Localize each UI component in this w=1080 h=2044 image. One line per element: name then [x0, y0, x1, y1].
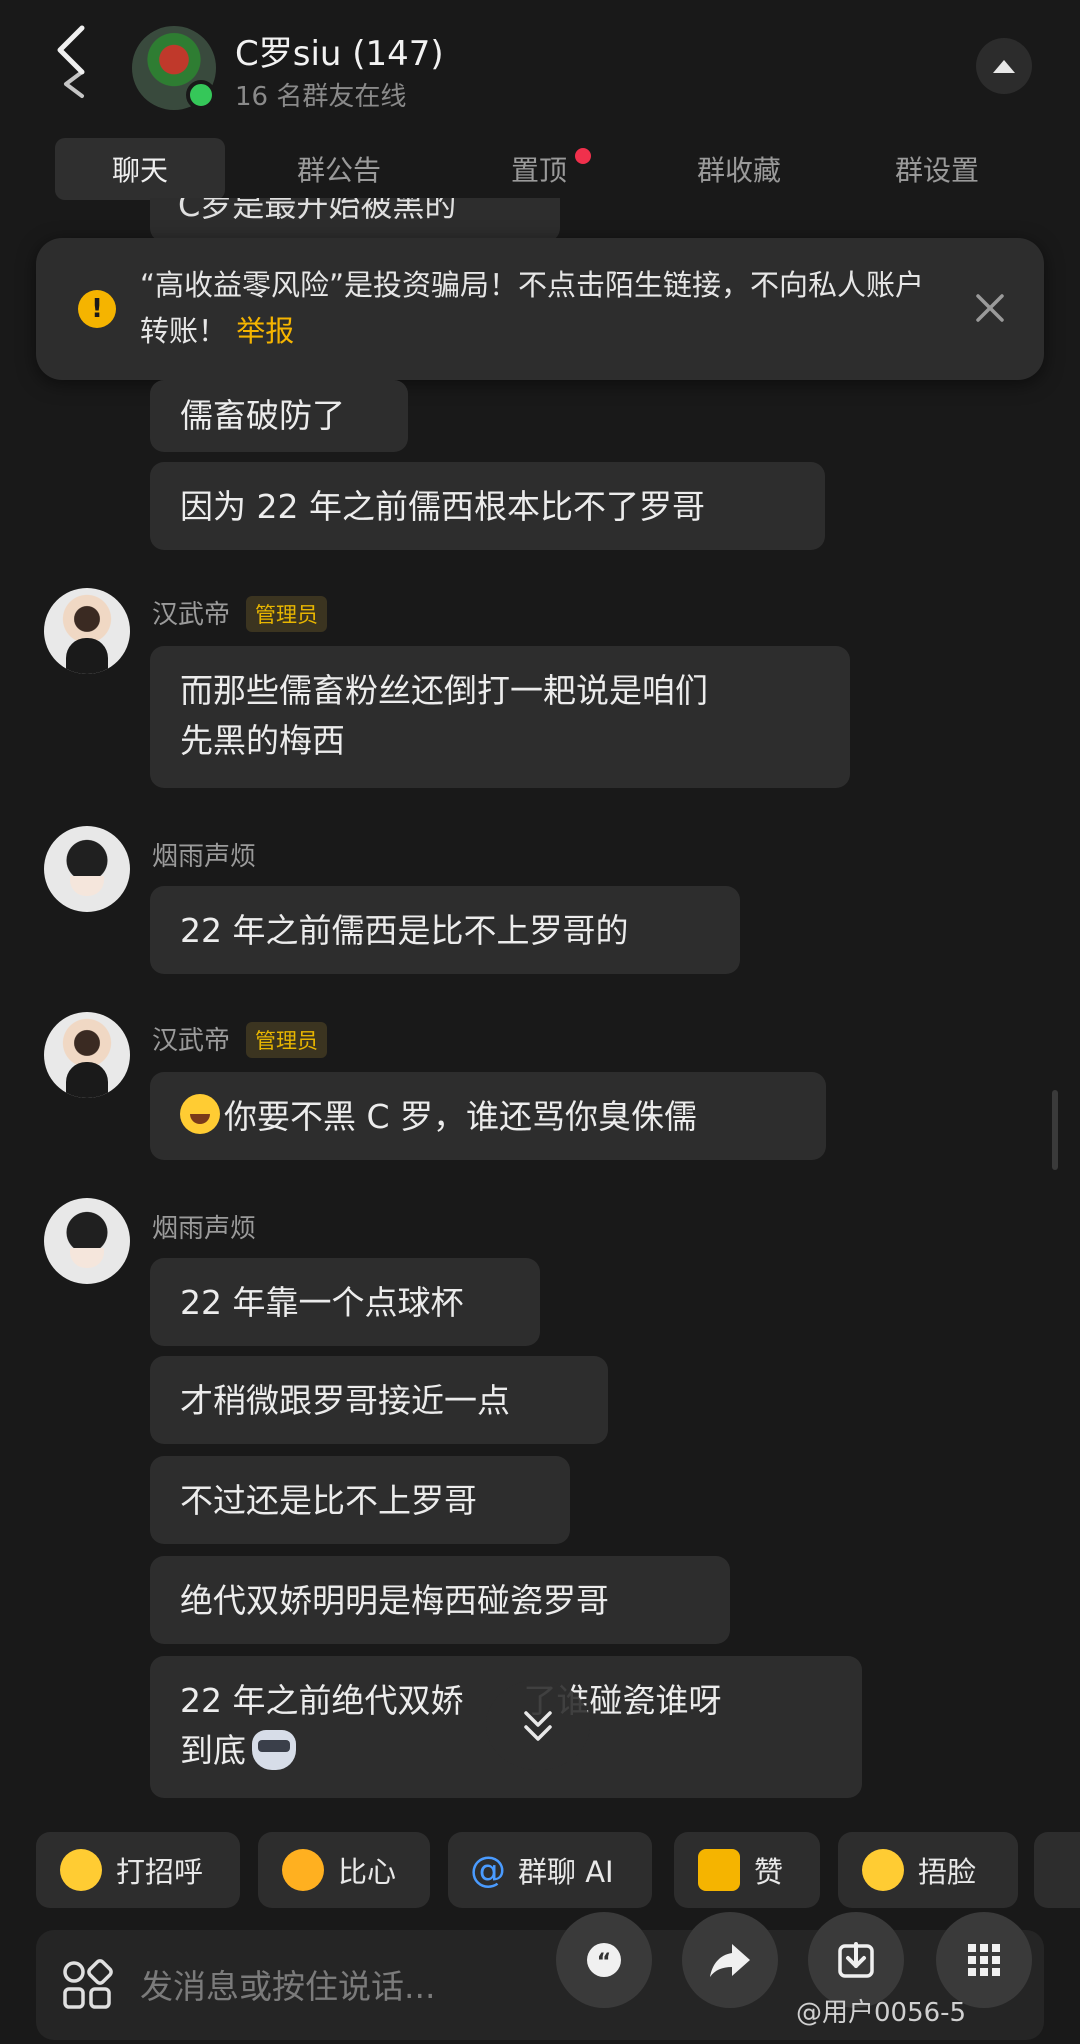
quick-reply-like[interactable]: 赞: [674, 1832, 820, 1908]
laughing-emoji-icon: [862, 1849, 904, 1891]
quick-reply-facepalm[interactable]: 捂脸: [838, 1832, 1018, 1908]
sender-name[interactable]: 烟雨声烦: [152, 836, 256, 873]
tab-pinned[interactable]: 置顶: [454, 138, 624, 200]
admin-badge: 管理员: [246, 1022, 327, 1058]
message-text: 儒畜破防了: [180, 396, 345, 435]
cat-sticker-icon: [252, 1730, 296, 1770]
heart-hands-emoji-icon: [282, 1849, 324, 1891]
chip-label: 捂脸: [918, 1855, 977, 1889]
message-bubble[interactable]: 绝代双娇明明是梅西碰瓷罗哥: [150, 1556, 730, 1644]
collapse-button[interactable]: [976, 38, 1032, 94]
message-bubble[interactable]: 因为 22 年之前儒西根本比不了罗哥: [150, 462, 825, 550]
scroll-to-bottom-button[interactable]: [486, 1680, 590, 1770]
tab-announcement[interactable]: 群公告: [254, 138, 424, 200]
sender-name[interactable]: 汉武帝: [152, 1020, 230, 1057]
online-status-dot: [186, 80, 216, 110]
message-text: 到底: [180, 1731, 246, 1770]
forward-button[interactable]: [682, 1912, 778, 2008]
message-text: 22 年之前绝代双娇: [180, 1681, 464, 1720]
avatar[interactable]: [44, 1198, 130, 1284]
watermark: @用户0056-5: [796, 1998, 967, 2028]
message-bubble[interactable]: 才稍微跟罗哥接近一点: [150, 1356, 608, 1444]
sender-name[interactable]: 汉武帝: [152, 594, 230, 631]
message-text: 绝代双娇明明是梅西碰瓷罗哥: [180, 1581, 609, 1620]
group-title[interactable]: C罗siu (147): [235, 26, 444, 75]
message-bubble[interactable]: 22 年之前儒西是比不上罗哥的: [150, 886, 740, 974]
message-text: 22 年之前儒西是比不上罗哥的: [180, 911, 629, 950]
chevron-left-icon: [57, 25, 85, 98]
chip-label: 群聊 AI: [518, 1855, 614, 1889]
avatar[interactable]: [44, 1012, 130, 1098]
tab-settings[interactable]: 群设置: [852, 138, 1022, 200]
quick-reply-greet[interactable]: 打招呼: [36, 1832, 240, 1908]
warning-text: “高收益零风险”是投资骗局！不点击陌生链接，不向私人账户转账！ 举报: [140, 262, 940, 354]
share-arrow-icon: [710, 1944, 750, 1977]
online-count: 16 名群友在线: [235, 82, 407, 112]
message-input[interactable]: 发消息或按住说话...: [140, 1960, 435, 2008]
message-bubble[interactable]: 你要不黑 C 罗，谁还骂你臭侏儒: [150, 1072, 826, 1160]
message-bubble[interactable]: 儒畜破防了: [150, 380, 408, 452]
chip-label: 打招呼: [116, 1855, 204, 1889]
scrollbar[interactable]: [1052, 1090, 1058, 1170]
quick-reply-heart[interactable]: 比心: [258, 1832, 430, 1908]
double-chevron-down-icon: [524, 1711, 552, 1741]
message-text: 22 年靠一个点球杯: [180, 1283, 464, 1322]
laughing-crying-emoji-icon: [180, 1094, 220, 1134]
message-bubble-partial[interactable]: C罗是最开始被黑的: [150, 198, 560, 242]
sender-name[interactable]: 烟雨声烦: [152, 1208, 256, 1245]
report-link[interactable]: 举报: [236, 314, 294, 348]
message-bubble[interactable]: 22 年靠一个点球杯: [150, 1258, 540, 1346]
message-text: 先黑的梅西: [180, 721, 345, 760]
thumbs-up-icon: [698, 1849, 740, 1891]
close-icon: [976, 294, 1004, 322]
tab-favorites[interactable]: 群收藏: [654, 138, 824, 200]
quote-button[interactable]: “: [556, 1912, 652, 2008]
tab-chat[interactable]: 聊天: [55, 138, 225, 200]
close-warning-button[interactable]: [972, 290, 1008, 326]
admin-badge: 管理员: [246, 596, 327, 632]
message-text: 因为 22 年之前儒西根本比不了罗哥: [180, 487, 705, 526]
avatar[interactable]: [44, 588, 130, 674]
message-bubble[interactable]: 不过还是比不上罗哥: [150, 1456, 570, 1544]
at-sign-icon: @: [470, 1849, 506, 1891]
message-bubble[interactable]: 而那些儒畜粉丝还倒打一耙说是咱们 先黑的梅西: [150, 646, 850, 788]
message-text: 不过还是比不上罗哥: [180, 1481, 477, 1520]
message-text: C罗是最开始被黑的: [178, 198, 457, 224]
download-icon: [838, 1942, 874, 1978]
svg-text:“: “: [597, 1950, 611, 1975]
notification-dot: [575, 148, 591, 164]
quote-icon: “: [587, 1943, 621, 1977]
back-button[interactable]: [48, 20, 108, 100]
warning-icon: !: [78, 290, 116, 328]
quick-reply-group-ai[interactable]: @ 群聊 AI: [448, 1832, 652, 1908]
apps-grid-button[interactable]: [60, 1958, 114, 2012]
message-text: 才稍微跟罗哥接近一点: [180, 1381, 510, 1420]
apps-grid-icon: [63, 1959, 113, 2009]
waving-emoji-icon: [60, 1849, 102, 1891]
message-text: 而那些儒畜粉丝还倒打一耙说是咱们: [180, 671, 708, 710]
chip-label: 比心: [338, 1855, 397, 1889]
grid-dots-icon: [968, 1944, 1000, 1976]
chip-label: 赞: [754, 1855, 784, 1889]
message-text: 你要不黑 C 罗，谁还骂你臭侏儒: [224, 1097, 698, 1136]
avatar[interactable]: [44, 826, 130, 912]
quick-reply-more[interactable]: [1034, 1832, 1080, 1908]
caret-up-icon: [993, 59, 1015, 73]
